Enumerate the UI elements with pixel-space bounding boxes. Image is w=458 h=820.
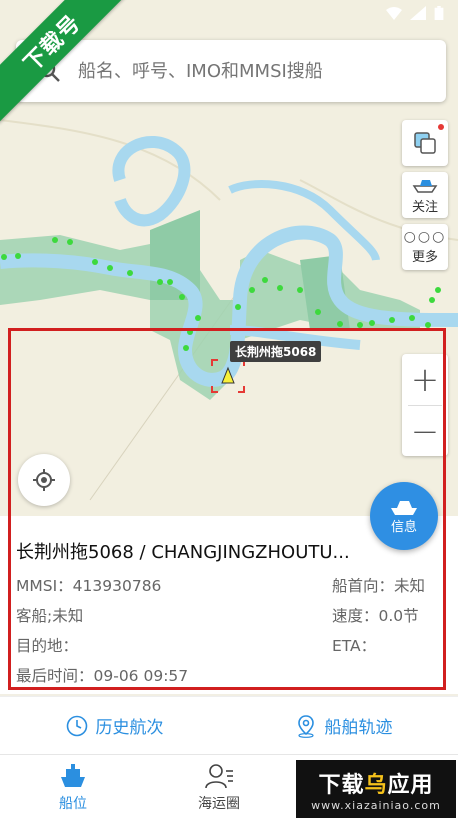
history-voyage-button[interactable]: 历史航次	[0, 697, 229, 754]
watermark-title-b: 乌	[364, 772, 388, 798]
ship-title: 长荆州拖5068 / CHANGJINGZHOUTU...	[16, 542, 350, 563]
watermark-title-a: 下载	[318, 772, 365, 798]
clock-icon	[66, 715, 87, 736]
crosshair-icon	[33, 469, 55, 491]
info-button[interactable]: 信息	[370, 482, 438, 550]
follow-label: 关注	[411, 199, 438, 215]
last-time-text: 最后时间：09-06 09:57	[16, 667, 189, 685]
layers-button[interactable]	[402, 120, 448, 166]
status-bar	[318, 0, 458, 26]
more-button[interactable]: ○○○ 更多	[402, 224, 448, 270]
locate-button[interactable]	[18, 454, 70, 506]
signal-icon	[410, 6, 426, 20]
speed-text: 速度：0.0节	[332, 607, 419, 625]
tab-shipping-circle-label: 海运圈	[198, 795, 240, 812]
follow-ship-icon	[412, 179, 438, 193]
action-bar: 历史航次 船舶轨迹	[0, 696, 458, 754]
location-pin-icon	[297, 714, 314, 738]
ship-icon	[61, 763, 85, 787]
history-voyage-label: 历史航次	[95, 718, 164, 738]
eta-text: ETA：	[332, 637, 377, 655]
zoom-controls: + −	[402, 354, 448, 456]
ship-info-icon	[391, 500, 417, 515]
destination-text: 目的地：	[16, 637, 79, 655]
people-icon	[205, 763, 233, 788]
mmsi-text: MMSI：413930786	[16, 577, 162, 595]
watermark-title-c: 应用	[387, 772, 434, 798]
battery-icon	[434, 6, 444, 20]
search-input[interactable]	[78, 60, 418, 82]
search-bar[interactable]	[16, 40, 446, 102]
info-button-label: 信息	[390, 519, 417, 535]
watermark-logo: 下载乌应用 www.xiazainiao.com	[296, 760, 456, 818]
heading-text: 船首向：未知	[332, 577, 426, 595]
watermark-url: www.xiazainiao.com	[311, 798, 441, 812]
zoom-out-button[interactable]: −	[402, 406, 448, 457]
ship-track-button[interactable]: 船舶轨迹	[229, 697, 458, 754]
tab-shipping-circle[interactable]: 海运圈	[146, 755, 292, 820]
tab-ship-position-label: 船位	[59, 795, 87, 812]
watermark-title: 下载乌应用	[318, 767, 433, 799]
notification-dot	[438, 124, 444, 130]
more-dots-icon: ○○○	[403, 228, 447, 245]
follow-button[interactable]: 关注	[402, 172, 448, 218]
ship-type-text: 客船;未知	[16, 607, 84, 625]
zoom-in-button[interactable]: +	[402, 354, 448, 405]
tab-ship-position[interactable]: 船位	[0, 755, 146, 820]
ship-map-label[interactable]: 长荆州拖5068	[230, 341, 322, 362]
wifi-icon	[386, 7, 402, 20]
layers-icon	[414, 132, 436, 154]
more-label: 更多	[411, 249, 438, 265]
ship-track-label: 船舶轨迹	[324, 718, 393, 738]
